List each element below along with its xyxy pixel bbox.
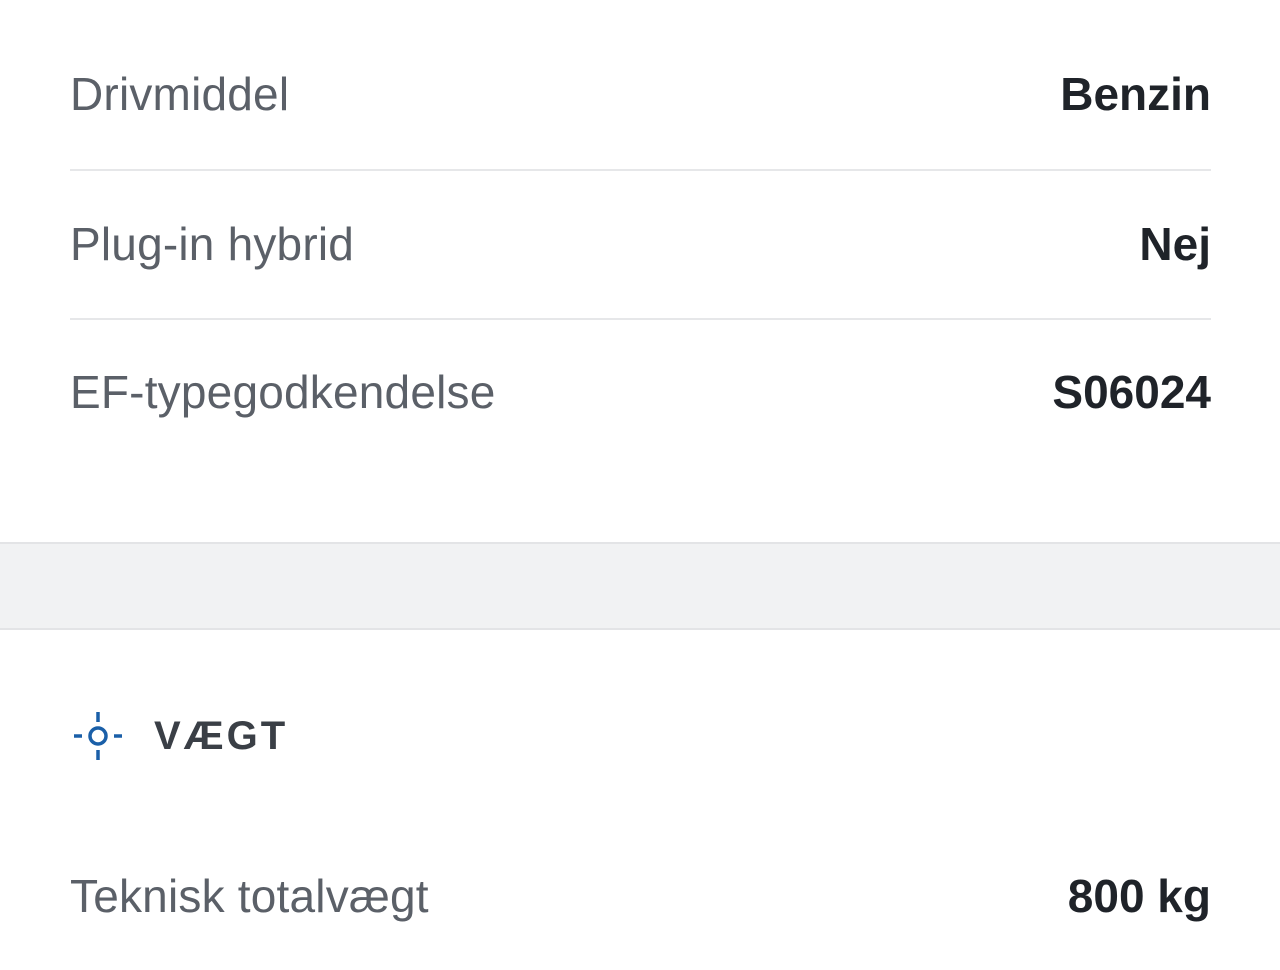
- spec-value: 800 kg: [1067, 870, 1211, 922]
- spec-row-plug-in-hybrid: Plug-in hybrid Nej: [70, 170, 1211, 318]
- spec-row-ef-typegodkendelse: EF-typegodkendelse S06024: [70, 318, 1211, 466]
- spec-label: EF-typegodkendelse: [70, 366, 496, 418]
- target-icon: [72, 710, 124, 762]
- spec-label: Teknisk totalvægt: [70, 870, 429, 922]
- section-title: VÆGT: [154, 713, 289, 758]
- spec-value: Nej: [1139, 218, 1211, 270]
- specs-section: Drivmiddel Benzin Plug-in hybrid Nej EF-…: [0, 0, 1280, 542]
- spec-label: Drivmiddel: [70, 68, 290, 120]
- spec-row-teknisk-totalvaegt: Teknisk totalvægt 800 kg: [70, 822, 1211, 970]
- spec-row-drivmiddel: Drivmiddel Benzin: [70, 20, 1211, 168]
- section-separator: [0, 542, 1280, 630]
- spec-value: S06024: [1052, 366, 1211, 418]
- weight-section: VÆGT Teknisk totalvægt 800 kg: [0, 630, 1280, 960]
- spec-label: Plug-in hybrid: [70, 218, 355, 270]
- spec-value: Benzin: [1060, 68, 1211, 120]
- section-heading: VÆGT: [72, 708, 288, 764]
